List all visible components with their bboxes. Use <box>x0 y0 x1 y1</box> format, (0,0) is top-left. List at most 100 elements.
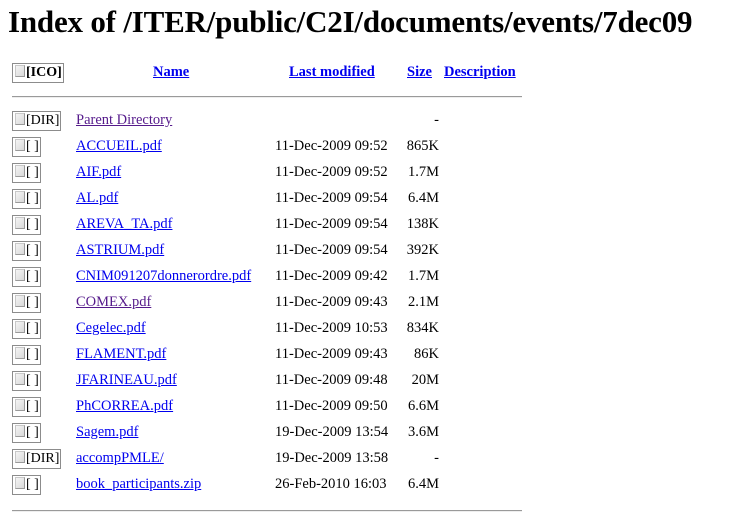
size-cell: 3.6M <box>407 424 439 440</box>
last-modified-cell: 11-Dec-2009 09:42 <box>275 268 388 284</box>
icon-alt-text: [ ] <box>26 165 39 180</box>
last-modified-cell: 11-Dec-2009 09:50 <box>275 398 388 414</box>
file-icon: [ ] <box>12 293 41 313</box>
header-divider <box>12 96 522 98</box>
file-link[interactable]: CNIM091207donnerordre.pdf <box>76 268 251 285</box>
size-cell: 86K <box>414 346 439 362</box>
icon-alt-text: [ ] <box>26 477 39 492</box>
last-modified-cell: 19-Dec-2009 13:58 <box>275 450 389 466</box>
last-modified-cell: 19-Dec-2009 13:54 <box>275 424 389 440</box>
file-link[interactable]: Sagem.pdf <box>76 424 138 441</box>
last-modified-cell: 11-Dec-2009 10:53 <box>275 320 388 336</box>
broken-image-icon <box>15 269 25 281</box>
broken-image-icon <box>15 399 25 411</box>
table-row: [ ] AIF.pdf 11-Dec-2009 09:52 1.7M <box>0 161 560 187</box>
column-header-description[interactable]: Description <box>444 64 516 81</box>
broken-image-icon <box>15 139 25 151</box>
file-icon: [ ] <box>12 189 41 209</box>
icon-alt-text: [ ] <box>26 243 39 258</box>
table-row: [ ] Cegelec.pdf 11-Dec-2009 10:53 834K <box>0 317 560 343</box>
last-modified-cell: 11-Dec-2009 09:52 <box>275 164 388 180</box>
column-header-size[interactable]: Size <box>407 64 432 81</box>
file-link[interactable]: PhCORREA.pdf <box>76 398 173 415</box>
broken-image-icon <box>15 165 25 177</box>
broken-image-icon <box>15 373 25 385</box>
table-row: [ ] Sagem.pdf 19-Dec-2009 13:54 3.6M <box>0 421 560 447</box>
file-link[interactable]: FLAMENT.pdf <box>76 346 166 363</box>
last-modified-cell: 26-Feb-2010 16:03 <box>275 476 387 492</box>
last-modified-cell: 11-Dec-2009 09:54 <box>275 216 388 232</box>
file-icon: [ ] <box>12 137 41 157</box>
size-cell: - <box>434 112 439 128</box>
file-icon: [ ] <box>12 475 41 495</box>
size-cell: 392K <box>406 242 439 258</box>
icon-alt-text: [ ] <box>26 425 39 440</box>
icon-alt-text: [ ] <box>26 269 39 284</box>
broken-image-icon <box>15 243 25 255</box>
table-header: [ICO] Name Last modified Size Descriptio… <box>0 61 560 87</box>
file-link[interactable]: ACCUEIL.pdf <box>76 138 162 155</box>
file-link[interactable]: Parent Directory <box>76 112 172 129</box>
size-cell: 1.7M <box>407 268 439 284</box>
size-cell: 6.4M <box>407 190 439 206</box>
broken-image-icon <box>15 451 25 463</box>
file-link[interactable]: ASTRIUM.pdf <box>76 242 164 259</box>
table-row: [DIR] accompPMLE/19-Dec-2009 13:58 - <box>0 447 560 473</box>
file-icon: [ ] <box>12 423 41 443</box>
file-link[interactable]: book_participants.zip <box>76 476 201 493</box>
file-icon: [ ] <box>12 319 41 339</box>
size-cell: 138K <box>406 216 439 232</box>
icon-alt-text: [ ] <box>26 191 39 206</box>
table-row: [ ] COMEX.pdf 11-Dec-2009 09:43 2.1M <box>0 291 560 317</box>
last-modified-cell: 11-Dec-2009 09:52 <box>275 138 388 154</box>
file-link[interactable]: AREVA_TA.pdf <box>76 216 172 233</box>
file-icon: [ ] <box>12 215 41 235</box>
table-row: [ ] PhCORREA.pdf 11-Dec-2009 09:50 6.6M <box>0 395 560 421</box>
file-link[interactable]: accompPMLE/ <box>76 450 164 467</box>
page-title: Index of /ITER/public/C2I/documents/even… <box>8 4 693 39</box>
folder-icon: [DIR] <box>12 111 62 131</box>
table-row: [ ] ASTRIUM.pdf 11-Dec-2009 09:54 392K <box>0 239 560 265</box>
column-header-last-modified[interactable]: Last modified <box>289 64 375 81</box>
file-link[interactable]: COMEX.pdf <box>76 294 151 311</box>
table-row: [ ] book_participants.zip 26-Feb-2010 16:0… <box>0 473 560 499</box>
broken-image-icon <box>15 425 25 437</box>
last-modified-cell: 11-Dec-2009 09:48 <box>275 372 388 388</box>
broken-image-icon <box>15 217 25 229</box>
size-cell: 1.7M <box>407 164 439 180</box>
icon-alt-text: [ ] <box>26 347 39 362</box>
file-link[interactable]: AL.pdf <box>76 190 118 207</box>
file-icon: [ ] <box>12 267 41 287</box>
folder-icon: [DIR] <box>12 449 62 469</box>
table-row: [ ] JFARINEAU.pdf 11-Dec-2009 09:48 20M <box>0 369 560 395</box>
size-cell: 2.1M <box>407 294 439 310</box>
broken-image-icon <box>15 477 25 489</box>
size-cell: 6.4M <box>407 476 439 492</box>
icon-alt-text: [ ] <box>26 399 39 414</box>
last-modified-cell: 11-Dec-2009 09:54 <box>275 242 388 258</box>
file-link[interactable]: Cegelec.pdf <box>76 320 146 337</box>
last-modified-cell: 11-Dec-2009 09:54 <box>275 190 388 206</box>
broken-image-icon <box>15 65 25 77</box>
broken-image-icon <box>15 191 25 203</box>
icon-alt-text: [DIR] <box>26 113 60 128</box>
size-cell: - <box>434 450 439 466</box>
column-header-name[interactable]: Name <box>153 64 189 81</box>
last-modified-cell: 11-Dec-2009 09:43 <box>275 294 388 310</box>
table-row: [ ] CNIM091207donnerordre.pdf 11-Dec-2009 … <box>0 265 560 291</box>
file-icon: [ ] <box>12 163 41 183</box>
broken-image-icon <box>15 295 25 307</box>
file-link[interactable]: AIF.pdf <box>76 164 121 181</box>
table-row: [ ] AL.pdf 11-Dec-2009 09:54 6.4M <box>0 187 560 213</box>
icon-alt-text: [DIR] <box>26 451 60 466</box>
file-icon: [ ] <box>12 371 41 391</box>
ico-column-header-icon: [ICO] <box>12 63 64 83</box>
icon-alt-text: [ ] <box>26 139 39 154</box>
file-link[interactable]: JFARINEAU.pdf <box>76 372 177 389</box>
table-row: [ ] FLAMENT.pdf 11-Dec-2009 09:43 86K <box>0 343 560 369</box>
icon-alt-text: [ ] <box>26 373 39 388</box>
footer-divider <box>12 510 522 512</box>
size-cell: 865K <box>406 138 439 154</box>
size-cell: 20M <box>411 372 439 388</box>
broken-image-icon <box>15 347 25 359</box>
